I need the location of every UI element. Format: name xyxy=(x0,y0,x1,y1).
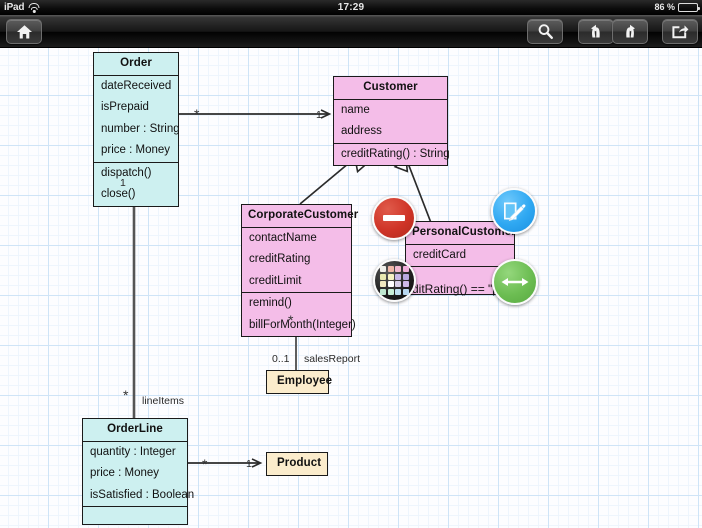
undo-arrow-icon xyxy=(591,24,600,38)
attribute-row: price : Money xyxy=(101,144,171,156)
edit-fab[interactable] xyxy=(491,188,537,234)
multiplicity-order-composition: 1 xyxy=(120,177,126,189)
multiplicity-order-source: * xyxy=(194,106,200,122)
uml-class-corporatecustomer[interactable]: CorporateCustomer contactName creditRati… xyxy=(241,204,359,337)
operations-compartment-customer: creditRating() : String xyxy=(334,142,450,166)
double-arrow-icon xyxy=(501,278,529,286)
undo-button[interactable] xyxy=(578,19,614,44)
multiplicity-corporate-employee-star: * xyxy=(288,312,294,328)
operations-compartment-corporatecustomer: remind() billForMonth(Integer) xyxy=(242,292,356,336)
uml-class-orderline[interactable]: OrderLine quantity : Integer price : Mon… xyxy=(82,418,195,525)
attribute-row: name xyxy=(341,103,370,116)
attributes-compartment-customer: name address xyxy=(334,98,447,143)
battery-percent-label: 86 % xyxy=(654,2,675,12)
clock-label: 17:29 xyxy=(337,2,365,13)
attributes-compartment-corporatecustomer: contactName creditRating creditLimit xyxy=(242,226,351,293)
attribute-row: number : String xyxy=(101,122,180,135)
attribute-row: address xyxy=(341,125,382,137)
home-button[interactable] xyxy=(6,19,42,44)
role-label-lineitems: lineItems xyxy=(142,395,185,407)
app-toolbar xyxy=(0,15,702,48)
pencil-edit-icon xyxy=(504,202,526,222)
attributes-compartment-order: dateReceived isPrepaid number : String p… xyxy=(94,74,180,162)
class-name-order: Order xyxy=(120,57,152,69)
operation-row: dispatch() xyxy=(101,166,152,179)
palette-fab[interactable] xyxy=(373,259,416,302)
color-palette-icon xyxy=(380,266,409,295)
operations-compartment-order: dispatch() close() xyxy=(94,161,178,206)
operation-row: remind() xyxy=(249,297,292,309)
redo-button[interactable] xyxy=(612,19,648,44)
operation-row: creditRating() : String xyxy=(341,147,450,160)
role-label-salesreport: salesReport xyxy=(304,353,361,365)
battery-icon xyxy=(678,3,700,12)
attribute-row: dateReceived xyxy=(101,79,172,92)
multiplicity-product-one: 1 xyxy=(246,458,252,470)
attribute-row: creditRating xyxy=(249,253,311,265)
class-name-product: Product xyxy=(277,457,322,469)
multiplicity-customer-target: 1 xyxy=(316,109,322,121)
share-button[interactable] xyxy=(662,19,698,44)
attributes-compartment-orderline: quantity : Integer price : Money isSatis… xyxy=(83,440,195,507)
attribute-row: contactName xyxy=(249,231,317,244)
multiplicity-orderline-composition: * xyxy=(123,387,129,403)
redo-arrow-icon xyxy=(626,24,635,38)
class-name-corporatecustomer: CorporateCustomer xyxy=(248,209,359,221)
operations-compartment-orderline xyxy=(83,506,187,524)
home-icon xyxy=(16,24,32,38)
class-name-customer: Customer xyxy=(363,81,418,93)
multiplicity-orderline-product-star: * xyxy=(202,456,208,472)
attribute-row: creditLimit xyxy=(249,274,302,287)
minus-circle-icon xyxy=(383,215,405,221)
delete-fab[interactable] xyxy=(372,196,416,240)
share-export-icon xyxy=(672,25,689,39)
class-name-employee: Employee xyxy=(277,375,333,387)
diagram-canvas[interactable]: Order dateReceived isPrepaid number : St… xyxy=(0,48,702,528)
ipad-app-window: iPad 17:29 86 % Order dateReceived isPre… xyxy=(0,0,702,528)
multiplicity-employee: 0..1 xyxy=(272,353,290,365)
search-icon xyxy=(538,24,553,40)
operation-row: close() xyxy=(101,188,136,200)
search-button[interactable] xyxy=(527,19,563,44)
attribute-row: isPrepaid xyxy=(101,101,149,113)
attributes-compartment-personalcustomer: creditCard xyxy=(406,243,514,267)
ios-status-bar: iPad 17:29 86 % xyxy=(0,0,702,15)
uml-class-product[interactable]: Product xyxy=(266,452,328,476)
uml-class-employee[interactable]: Employee xyxy=(266,370,333,394)
status-right: 86 % xyxy=(654,0,700,15)
operation-row: billForMonth(Integer) xyxy=(249,318,356,331)
uml-class-order[interactable]: Order dateReceived isPrepaid number : St… xyxy=(93,52,180,207)
attribute-row: creditCard xyxy=(413,248,467,261)
uml-class-customer[interactable]: Customer name address creditRating() : S… xyxy=(333,76,450,166)
attribute-row: price : Money xyxy=(90,467,160,479)
attribute-row: isSatisfied : Boolean xyxy=(90,488,195,501)
class-name-orderline: OrderLine xyxy=(107,423,163,435)
resize-fab[interactable] xyxy=(492,259,538,305)
attribute-row: quantity : Integer xyxy=(90,445,176,458)
